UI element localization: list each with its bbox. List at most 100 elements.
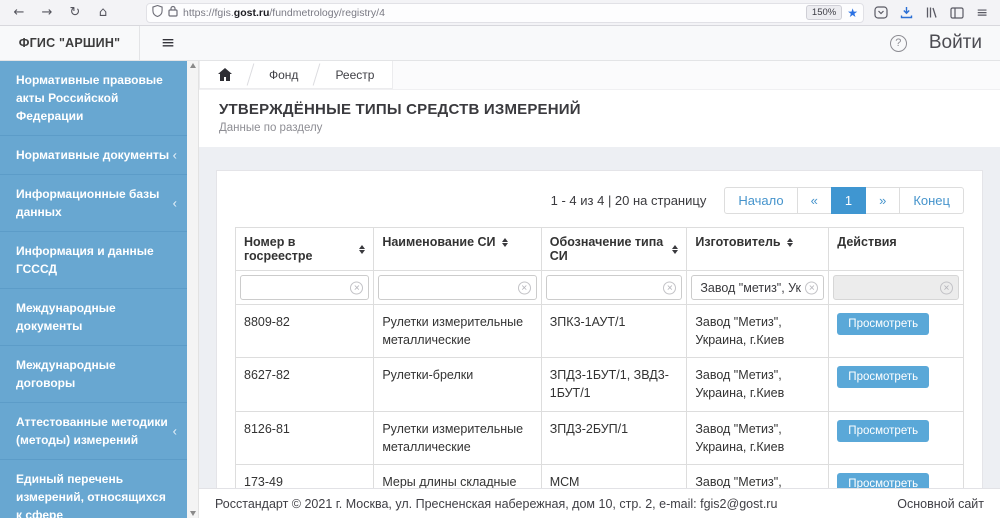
clear-filter-icon[interactable]: ✕ xyxy=(350,281,364,294)
pagination-prev-button[interactable]: « xyxy=(796,187,832,214)
view-button[interactable]: Просмотреть xyxy=(837,313,930,335)
sidebar-item-label: Единый перечень измерений, относящихся к… xyxy=(16,472,166,518)
filter-si-name-input[interactable] xyxy=(378,275,537,300)
back-icon[interactable]: ← xyxy=(8,3,30,23)
cell-manufacturer: Завод "Метиз", Украина, г.Киев xyxy=(686,357,830,412)
login-button[interactable]: Войти xyxy=(929,32,982,54)
column-label: Изготовитель xyxy=(695,235,781,249)
zoom-level-badge[interactable]: 150% xyxy=(805,5,843,20)
sidebar-item-label: Международные документы xyxy=(16,301,116,333)
sidebar-item-label: Информационные базы данных xyxy=(16,187,160,219)
clear-filter-icon[interactable]: ✕ xyxy=(517,281,531,294)
table-row: 8809-82 Рулетки измерительные металличес… xyxy=(234,303,964,359)
view-button[interactable]: Просмотреть xyxy=(837,419,930,442)
registry-table: Номер в госреестре Наименование СИ Обозн… xyxy=(234,227,964,488)
column-header-actions: Действия xyxy=(828,227,964,271)
cell-reg-number: 8809-82 xyxy=(234,303,375,359)
clear-filter-icon[interactable]: ✕ xyxy=(805,281,819,294)
home-icon[interactable] xyxy=(200,61,250,88)
menu-icon[interactable]: ≡ xyxy=(976,5,988,21)
site-header: ФГИС "АРШИН" ≡ ? Войти xyxy=(0,26,1000,61)
lock-icon[interactable] xyxy=(168,5,178,20)
sidebar-item-certified-methods[interactable]: Аттестованные методики (методы) измерени… xyxy=(0,403,187,460)
help-icon[interactable]: ? xyxy=(889,34,907,52)
downloads-icon[interactable] xyxy=(900,6,913,19)
sort-icon[interactable] xyxy=(501,237,508,247)
sidebar-item-intl-agreements[interactable]: Международные договоры xyxy=(0,346,187,403)
column-header-manufacturer[interactable]: Изготовитель xyxy=(686,227,830,271)
cell-si-name: Рулетки-брелки xyxy=(373,357,542,412)
pagination-last-button[interactable]: Конец xyxy=(899,187,964,214)
brand-logo[interactable]: ФГИС "АРШИН" xyxy=(0,26,140,60)
registry-card: 1 - 4 из 4 | 20 на страницу Начало « 1 »… xyxy=(216,170,983,488)
sidebar-item-npa-rf[interactable]: Нормативные правовые акты Российской Фед… xyxy=(0,61,187,136)
sidebar-item-label: Нормативные правовые акты Российской Фед… xyxy=(16,73,163,123)
view-button[interactable]: Просмотреть xyxy=(837,366,930,389)
pocket-icon[interactable] xyxy=(874,6,888,19)
browser-toolbar: ← → ↻ ⌂ https://fgis.gost.ru/fundmetrolo… xyxy=(0,0,1000,26)
filter-si-type-input[interactable] xyxy=(545,275,683,300)
column-label: Номер в госреестре xyxy=(244,235,313,263)
main-site-link[interactable]: Основной сайт xyxy=(897,497,984,511)
sidebar-item-label: Информация и данные ГСССД xyxy=(16,244,154,276)
sidebar-nav: Нормативные правовые акты Российской Фед… xyxy=(0,61,187,518)
clear-filter-icon: ✕ xyxy=(940,281,953,294)
sidebar-item-gsssd[interactable]: Информация и данные ГСССД xyxy=(0,232,187,289)
cell-si-name: Рулетки измерительные металлические xyxy=(373,303,542,359)
column-header-si-type[interactable]: Обозначение типа СИ xyxy=(540,227,688,271)
pagination-next-button[interactable]: » xyxy=(865,187,901,214)
cell-manufacturer: Завод "Метиз", Украина, г.Киев xyxy=(686,303,830,359)
sidebars-icon[interactable] xyxy=(950,6,964,19)
bookmark-star-icon[interactable]: ★ xyxy=(847,6,858,20)
table-row: 8126-81 Рулетки измерительные металличес… xyxy=(234,410,964,465)
pagination-page-1-button[interactable]: 1 xyxy=(830,187,867,214)
sidebar-item-label: Международные договоры xyxy=(16,358,116,390)
cell-manufacturer: Завод "Метиз", Украина, г.Киев xyxy=(686,463,830,488)
view-button[interactable]: Просмотреть xyxy=(837,472,930,488)
home-browser-icon[interactable]: ⌂ xyxy=(92,3,114,23)
forward-icon[interactable]: → xyxy=(36,3,58,23)
column-header-si-name[interactable]: Наименование СИ xyxy=(373,227,542,271)
pagination-first-button[interactable]: Начало xyxy=(724,187,798,214)
sidebar-item-unified-list[interactable]: Единый перечень измерений, относящихся к… xyxy=(0,460,187,518)
sidebar-item-label: Аттестованные методики (методы) измерени… xyxy=(16,415,168,447)
table-row: 173-49 Меры длины складные металлические… xyxy=(234,463,964,488)
breadcrumb-registry[interactable]: Реестр xyxy=(317,61,392,88)
column-header-reg-number[interactable]: Номер в госреестре xyxy=(234,227,375,271)
table-row: 8627-82 Рулетки-брелки ЗПД3-1БУТ/1, ЗВД3… xyxy=(234,357,964,412)
sidebar-scrollbar[interactable] xyxy=(187,61,199,518)
breadcrumb-fond[interactable]: Фонд xyxy=(251,61,316,88)
cell-reg-number: 8627-82 xyxy=(234,357,375,412)
library-icon[interactable] xyxy=(925,6,938,19)
chevron-left-icon: ‹ xyxy=(172,423,177,439)
cell-reg-number: 173-49 xyxy=(234,463,375,488)
shield-icon[interactable] xyxy=(152,4,163,20)
sort-icon[interactable] xyxy=(359,244,366,254)
sort-icon[interactable] xyxy=(672,244,679,254)
page-subtitle: Данные по разделу xyxy=(219,122,323,134)
chevron-left-icon: ‹ xyxy=(172,147,177,163)
page-footer: Росстандарт © 2021 г. Москва, ул. Пресне… xyxy=(199,488,1000,518)
sidebar-item-normative-docs[interactable]: Нормативные документы ‹ xyxy=(0,136,187,175)
column-label: Обозначение типа СИ xyxy=(549,235,664,263)
page-title: УТВЕРЖДЁННЫЕ ТИПЫ СРЕДСТВ ИЗМЕРЕНИЙ xyxy=(219,101,581,118)
cell-si-type: ЗПД3-2БУП/1 xyxy=(540,410,688,465)
footer-copyright: Росстандарт © 2021 г. Москва, ул. Пресне… xyxy=(215,496,778,511)
clear-filter-icon[interactable]: ✕ xyxy=(663,281,677,294)
chevron-left-icon: ‹ xyxy=(172,195,177,211)
sort-icon[interactable] xyxy=(786,237,793,247)
cell-reg-number: 8126-81 xyxy=(234,410,375,465)
sidebar-item-intl-documents[interactable]: Международные документы xyxy=(0,289,187,346)
sidebar-toggle-icon[interactable]: ≡ xyxy=(140,26,196,60)
cell-si-type: МСМ xyxy=(540,463,688,488)
scroll-up-icon[interactable] xyxy=(189,63,196,68)
cell-si-type: ЗПД3-1БУТ/1, ЗВД3-1БУТ/1 xyxy=(540,357,688,412)
cell-si-name: Рулетки измерительные металлические xyxy=(373,410,542,465)
sidebar-item-info-databases[interactable]: Информационные базы данных ‹ xyxy=(0,175,187,232)
scroll-down-icon[interactable] xyxy=(189,511,196,516)
pagination-summary: 1 - 4 из 4 | 20 на страницу xyxy=(550,193,707,208)
reload-icon[interactable]: ↻ xyxy=(64,3,86,23)
address-bar[interactable]: https://fgis.gost.ru/fundmetrology/regis… xyxy=(146,2,864,23)
sidebar-item-label: Нормативные документы xyxy=(16,148,170,162)
cell-manufacturer: Завод "Метиз", Украина, г.Киев xyxy=(686,410,830,465)
